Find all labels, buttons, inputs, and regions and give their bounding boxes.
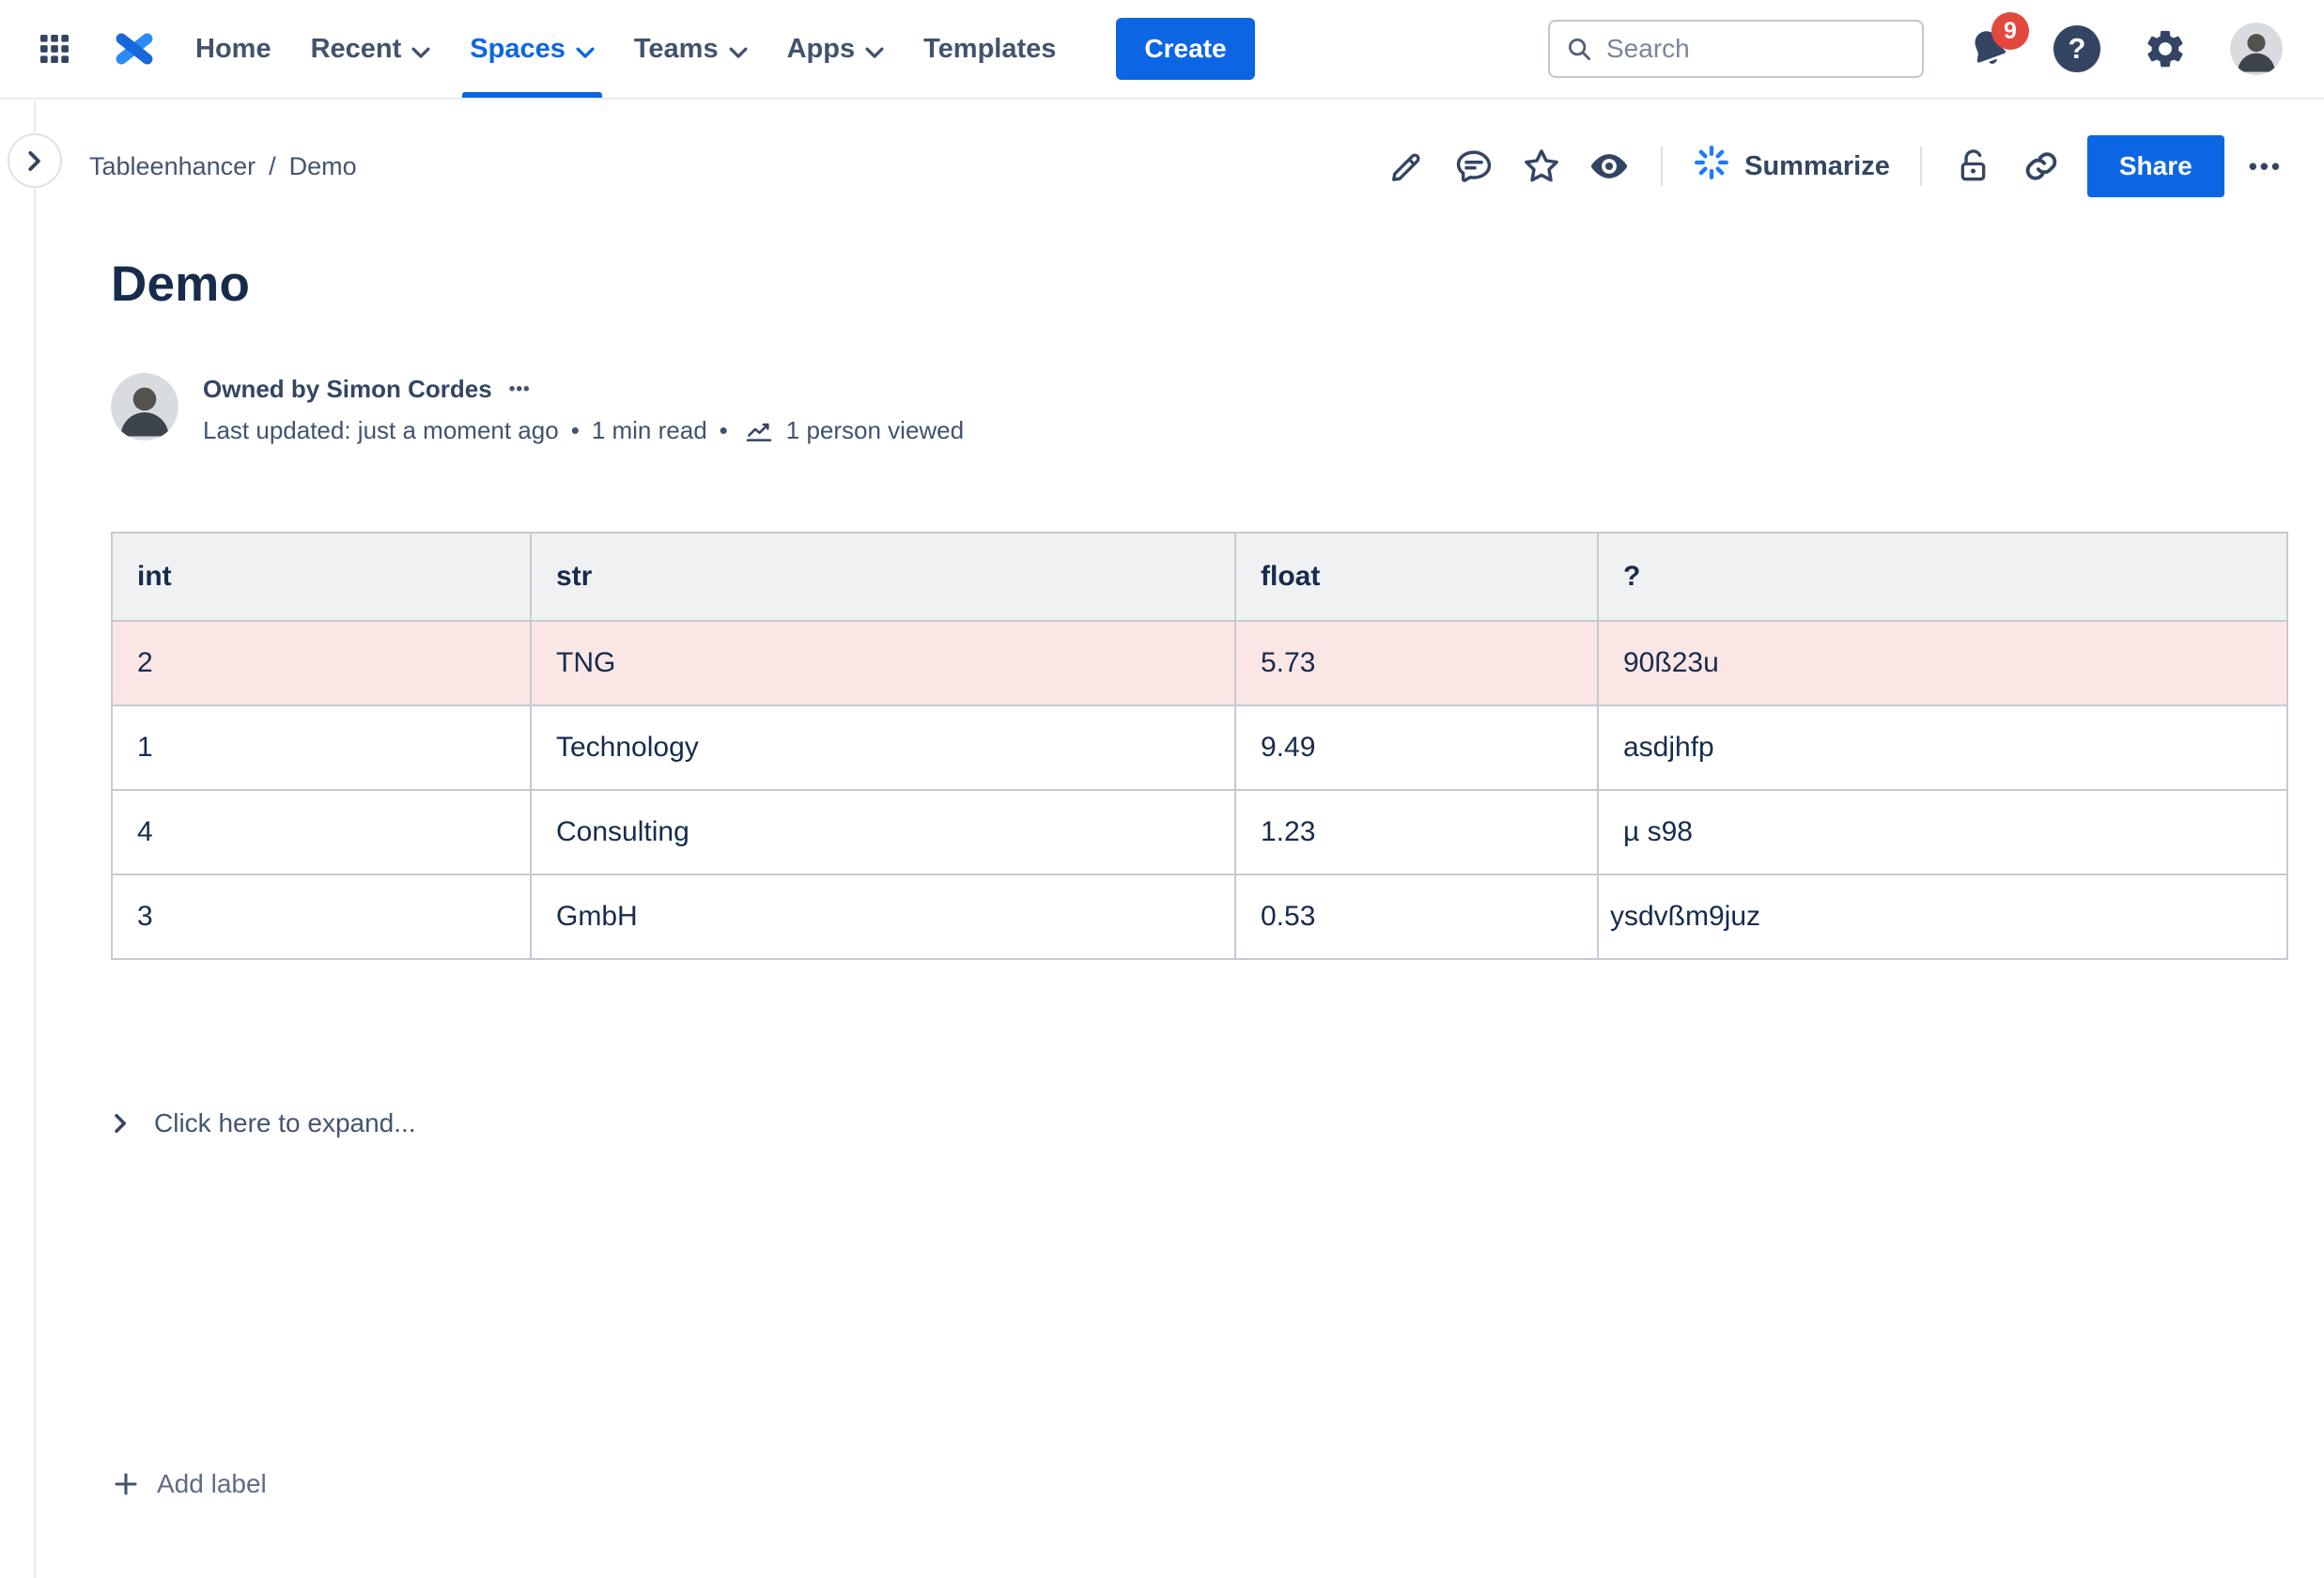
nav-item-apps[interactable]: Apps [787, 0, 885, 98]
last-updated-text[interactable]: Last updated: just a moment ago [203, 416, 559, 445]
chevron-down-icon [576, 36, 595, 67]
chevron-right-icon [28, 150, 42, 171]
app-switcher-icon[interactable] [36, 30, 73, 68]
breadcrumb-separator: / [269, 152, 276, 181]
views-count-text[interactable]: 1 person viewed [786, 416, 964, 445]
table-cell: ysdvßm9juz [1598, 874, 2287, 959]
notifications-bell-icon[interactable]: 9 [1967, 27, 2010, 70]
nav-item-templates[interactable]: Templates [923, 0, 1056, 98]
table-cell: TNG [531, 621, 1235, 705]
read-time-text: 1 min read [592, 416, 707, 445]
sidebar-expand-button[interactable] [8, 133, 62, 188]
table-row: 3 GmbH 0.53 ysdvßm9juz [112, 874, 2287, 959]
chevron-down-icon [865, 36, 884, 67]
sidebar-divider [34, 101, 36, 1578]
link-icon[interactable] [2020, 145, 2063, 188]
byline: Owned by Simon Cordes ••• Last updated: … [111, 373, 2283, 445]
table-cell: 4 [112, 790, 531, 874]
table-cell: 2 [112, 621, 531, 705]
share-button[interactable]: Share [2087, 135, 2224, 197]
table-cell: 1 [112, 705, 531, 790]
chevron-down-icon [729, 36, 748, 67]
owner-more-button[interactable]: ••• [509, 379, 531, 400]
chevron-right-icon [115, 1114, 128, 1134]
nav-item-spaces[interactable]: Spaces [470, 0, 595, 98]
analytics-trend-icon [744, 415, 774, 445]
user-avatar[interactable] [2230, 23, 2283, 75]
breadcrumb-space-link[interactable]: Tableenhancer [89, 152, 256, 181]
table-cell: asdjhfp [1598, 705, 2287, 790]
column-header-float: float [1235, 533, 1598, 621]
search-input[interactable] [1606, 34, 1907, 64]
table-row: 4 Consulting 1.23 µ s98 [112, 790, 2287, 874]
notification-count-badge: 9 [1991, 12, 2029, 50]
dot-separator: • [720, 416, 728, 445]
nav-item-label: Home [195, 34, 271, 65]
owner-avatar[interactable] [111, 373, 178, 441]
search-icon [1565, 35, 1593, 63]
column-header-question: ? [1598, 533, 2287, 621]
unlock-icon[interactable] [1952, 145, 1995, 188]
add-label-button[interactable]: Add label [111, 1469, 267, 1499]
table-cell: 3 [112, 874, 531, 959]
table-header-row: int str float ? [112, 533, 2287, 621]
more-actions-button[interactable]: ••• [2249, 152, 2283, 181]
table-cell: Consulting [531, 790, 1235, 874]
watch-eye-icon[interactable] [1588, 145, 1631, 188]
nav-item-recent[interactable]: Recent [311, 0, 431, 98]
dot-separator: • [571, 416, 580, 445]
table-cell: Technology [531, 705, 1235, 790]
nav-item-label: Spaces [470, 34, 566, 65]
table-cell: GmbH [531, 874, 1235, 959]
add-label-text: Add label [157, 1469, 267, 1499]
nav-item-label: Teams [634, 34, 719, 65]
table-cell: 1.23 [1235, 790, 1598, 874]
nav-item-label: Apps [787, 34, 856, 65]
ai-spark-icon [1693, 144, 1730, 189]
table-row: 2 TNG 5.73 90ß23u [112, 621, 2287, 705]
settings-gear-icon[interactable] [2144, 27, 2187, 70]
expand-macro-toggle[interactable]: Click here to expand... [111, 1108, 416, 1138]
table-cell: 0.53 [1235, 874, 1598, 959]
page-title: Demo [111, 255, 2283, 313]
content-table: int str float ? 2 TNG 5.73 90ß23u 1 Tech… [111, 532, 2288, 960]
create-button[interactable]: Create [1116, 18, 1254, 80]
table-cell: 90ß23u [1598, 621, 2287, 705]
table-cell: µ s98 [1598, 790, 2287, 874]
owned-by-text[interactable]: Owned by Simon Cordes [203, 375, 492, 404]
summarize-label: Summarize [1744, 151, 1890, 182]
edit-pencil-icon[interactable] [1385, 145, 1428, 188]
comments-icon[interactable] [1452, 145, 1495, 188]
search-box[interactable] [1548, 20, 1924, 78]
nav-item-label: Recent [311, 34, 402, 65]
summarize-button[interactable]: Summarize [1693, 144, 1890, 189]
divider [1920, 147, 1922, 186]
divider [1661, 147, 1663, 186]
nav-item-teams[interactable]: Teams [634, 0, 748, 98]
table-cell: 5.73 [1235, 621, 1598, 705]
table-row: 1 Technology 9.49 asdjhfp [112, 705, 2287, 790]
column-header-int: int [112, 533, 531, 621]
nav-item-label: Templates [923, 34, 1056, 65]
breadcrumb: Tableenhancer / Demo [89, 152, 357, 181]
page-content: Demo Owned by Simon Cordes ••• Last upda… [0, 255, 2324, 1499]
plus-icon [111, 1469, 141, 1499]
chevron-down-icon [411, 36, 430, 67]
help-icon[interactable]: ? [2053, 25, 2100, 72]
page-header-row: Tableenhancer / Demo [0, 100, 2324, 197]
confluence-logo-icon[interactable] [113, 27, 156, 70]
page-actions: Summarize Share ••• [1385, 135, 2283, 197]
nav-item-home[interactable]: Home [195, 0, 271, 98]
breadcrumb-page-link[interactable]: Demo [289, 152, 357, 181]
top-navigation-bar: Home Recent Spaces Teams Apps [0, 0, 2324, 100]
column-header-str: str [531, 533, 1235, 621]
star-favorite-icon[interactable] [1520, 145, 1563, 188]
table-cell: 9.49 [1235, 705, 1598, 790]
expand-macro-label: Click here to expand... [154, 1108, 416, 1138]
